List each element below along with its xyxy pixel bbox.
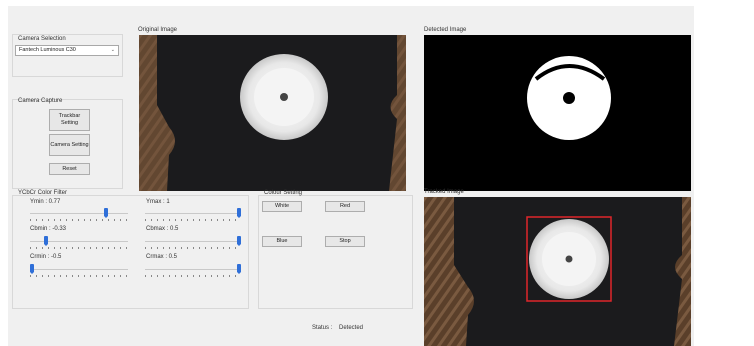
crmax-label: Crmax : 0.5 [146,254,178,260]
slider-thumb[interactable] [237,236,241,246]
tracked-image-title: Tracked Image [424,189,464,195]
stop-button[interactable]: Stop [325,236,365,247]
red-button[interactable]: Red [325,201,365,212]
slider-track [30,269,128,270]
slider-ticks [145,247,241,249]
slider-ticks [145,275,241,277]
tracked-image [424,197,691,346]
reset-button[interactable]: Reset [49,163,90,175]
slider-thumb[interactable] [30,264,34,274]
slider-thumb[interactable] [104,208,108,218]
slider-ticks [30,247,128,249]
blue-button[interactable]: Blue [262,236,302,247]
detected-image [424,35,691,191]
detected-image-svg [424,35,691,191]
ymax-slider[interactable] [145,208,241,222]
detected-image-title: Detected Image [424,27,467,33]
tracked-image-svg [424,197,691,346]
cbmin-slider[interactable] [30,236,128,250]
cbmax-label: Cbmax : 0.5 [146,226,179,232]
slider-thumb[interactable] [237,264,241,274]
original-image-svg [139,35,406,191]
slider-thumb[interactable] [44,236,48,246]
camera-setting-button[interactable]: Camera Setting [49,134,90,156]
ycbcr-filter-title: YCbCr Color Filter [18,190,68,196]
original-image [139,35,406,191]
crmax-slider[interactable] [145,264,241,278]
slider-thumb[interactable] [237,208,241,218]
camera-capture-title: Camera Capture [18,98,63,104]
crmin-label: Crmin : -0.5 [30,254,62,260]
white-button[interactable]: White [262,201,302,212]
original-image-title: Original Image [138,27,178,33]
slider-ticks [145,219,241,221]
main-form: Camera Selection Fantech Luminous C30 ⌄ … [8,6,694,346]
slider-track [145,241,241,242]
slider-ticks [30,275,128,277]
crmin-slider[interactable] [30,264,128,278]
ymin-label: Ymin : 0.77 [30,199,61,205]
status-value: Detected [339,325,364,331]
trackbar-setting-button[interactable]: Trackbar Setting [49,109,90,131]
status-label: Status : [312,325,333,331]
camera-select[interactable]: Fantech Luminous C30 ⌄ [15,45,119,56]
colour-setting-group [258,195,413,309]
slider-track [145,213,241,214]
chevron-down-icon: ⌄ [110,47,115,53]
ymax-label: Ymax : 1 [146,199,170,205]
cbmax-slider[interactable] [145,236,241,250]
colour-setting-title: Colour Setting [264,190,303,196]
camera-selection-title: Camera Selection [18,36,66,42]
slider-ticks [30,219,128,221]
slider-track [30,213,128,214]
cbmin-label: Cbmin : -0.33 [30,226,67,232]
slider-track [145,269,241,270]
camera-select-value: Fantech Luminous C30 [19,47,76,53]
ymin-slider[interactable] [30,208,128,222]
